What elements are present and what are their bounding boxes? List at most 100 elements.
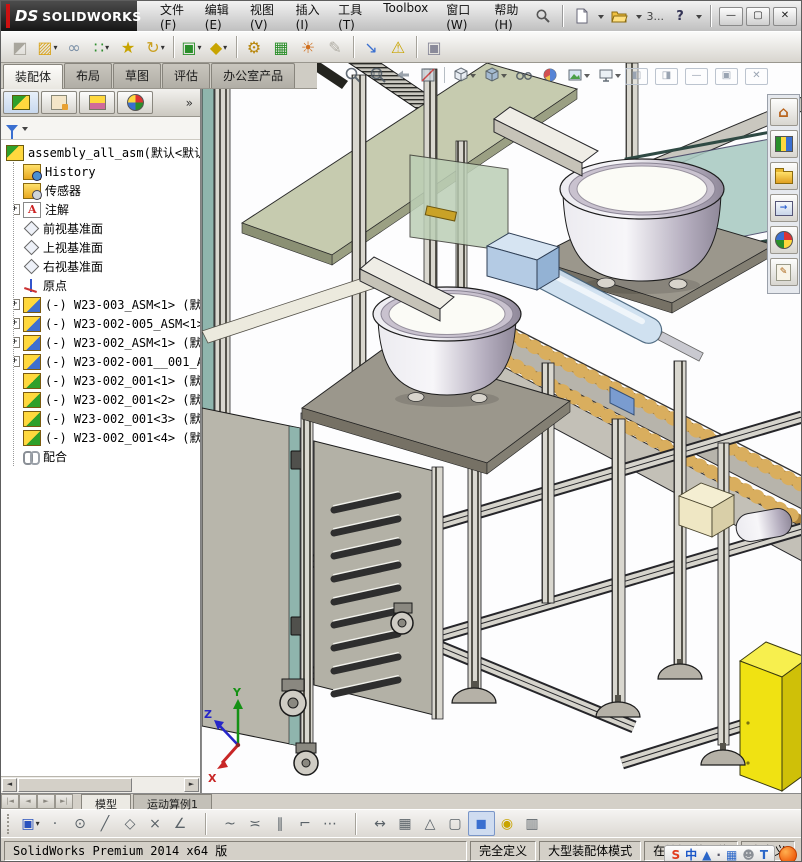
appearances-tab[interactable] bbox=[769, 226, 798, 254]
tab-layout[interactable]: 布局 bbox=[64, 63, 113, 88]
tray-notification-icon[interactable] bbox=[779, 846, 797, 861]
panel-expand-chevron[interactable]: » bbox=[181, 96, 198, 110]
tree-item[interactable]: (-) W23-002_001<2> (默认) bbox=[14, 390, 200, 409]
last-tab-button[interactable]: ►| bbox=[55, 794, 73, 809]
hide-show-items-icon[interactable] bbox=[514, 66, 534, 84]
tab-sketch[interactable]: 草图 bbox=[113, 63, 162, 88]
interference-button[interactable]: ⚠ bbox=[385, 34, 412, 60]
tree-item[interactable]: 配合 bbox=[14, 447, 200, 466]
spline-button[interactable]: ~ bbox=[218, 812, 243, 835]
toolbar-separator[interactable] bbox=[232, 34, 241, 60]
scroll-right-icon[interactable]: ► bbox=[184, 778, 199, 792]
tree-item[interactable]: + 注解 bbox=[14, 200, 200, 219]
expander-icon[interactable]: + bbox=[14, 356, 20, 367]
tree-item[interactable]: 右视基准面 bbox=[14, 257, 200, 276]
toolbar-separator[interactable] bbox=[169, 34, 178, 60]
tree-item[interactable]: 上视基准面 bbox=[14, 238, 200, 257]
child-close-button[interactable]: ✕ bbox=[745, 68, 768, 85]
bom-button[interactable]: ▦ bbox=[268, 34, 295, 60]
tree-item[interactable]: 传感器 bbox=[14, 181, 200, 200]
tab-model[interactable]: 模型 bbox=[81, 794, 131, 811]
assembly-features-button[interactable]: ▣ ▾ bbox=[178, 34, 205, 60]
circle-button[interactable]: ⊙ bbox=[68, 812, 93, 835]
prev-tab-button[interactable]: ◄ bbox=[19, 794, 37, 809]
shaded-view-button[interactable]: ◼ bbox=[468, 811, 495, 836]
table-button[interactable]: ▥ bbox=[520, 812, 545, 835]
ime-skin-icon[interactable]: T bbox=[760, 847, 768, 861]
tree-horizontal-scrollbar[interactable]: ◄ ► bbox=[1, 776, 200, 793]
input-method-toolbar[interactable]: S 中 ▲ · ▦ ☻ T bbox=[664, 845, 775, 861]
ime-keyboard-icon[interactable]: ▦ bbox=[726, 847, 737, 861]
tree-item[interactable]: 前视基准面 bbox=[14, 219, 200, 238]
tree-item[interactable]: (-) W23-002_001<3> (默认) bbox=[14, 409, 200, 428]
ime-mode-icon[interactable]: ▲ bbox=[702, 847, 711, 861]
ime-punct-icon[interactable]: · bbox=[716, 847, 721, 861]
design-library-tab[interactable] bbox=[769, 130, 798, 158]
trim-button[interactable]: × bbox=[143, 812, 168, 835]
propertymanager-tab[interactable] bbox=[41, 91, 77, 114]
tree-item[interactable]: + (-) W23-002-001__001_ASM< bbox=[14, 352, 200, 371]
new-file-icon[interactable] bbox=[571, 6, 593, 26]
expander-icon[interactable]: + bbox=[14, 318, 20, 329]
dimxpertmanager-tab[interactable] bbox=[117, 91, 153, 114]
reference-geometry-button[interactable]: ◆ ▾ bbox=[205, 34, 232, 60]
wireframe-button[interactable]: ▢ bbox=[443, 812, 468, 835]
ime-user-icon[interactable]: ☻ bbox=[742, 847, 755, 861]
line-button[interactable]: ╱ bbox=[93, 812, 118, 835]
configurationmanager-tab[interactable] bbox=[79, 91, 115, 114]
dimension-button[interactable]: ↔ bbox=[368, 812, 393, 835]
dropdown-icon[interactable] bbox=[597, 14, 604, 22]
linear-pattern-button[interactable]: ∷ ▾ bbox=[88, 34, 115, 60]
scroll-thumb[interactable] bbox=[18, 778, 132, 792]
tab-assembly[interactable]: 装配体 bbox=[3, 64, 64, 89]
quick-access-more[interactable]: 3... bbox=[647, 10, 665, 23]
dropdown-icon[interactable] bbox=[635, 14, 642, 22]
corner-button[interactable]: ⌐ bbox=[293, 812, 318, 835]
previous-view-icon[interactable] bbox=[394, 66, 412, 84]
scroll-left-icon[interactable]: ◄ bbox=[2, 778, 17, 792]
smart-fasteners-button[interactable]: ★ bbox=[115, 34, 142, 60]
search-icon[interactable] bbox=[532, 6, 554, 26]
tab-evaluate[interactable]: 评估 bbox=[162, 63, 211, 88]
custom-properties-tab[interactable]: ✎ bbox=[769, 258, 798, 286]
toolbar-separator[interactable] bbox=[193, 812, 218, 835]
next-tab-button[interactable]: ► bbox=[37, 794, 55, 809]
filter-icon[interactable] bbox=[6, 124, 18, 139]
viewport-canvas[interactable]: Y Z X ◧ ◨ — ▣ ✕ bbox=[201, 63, 801, 793]
view-orientation-icon[interactable] bbox=[452, 66, 476, 84]
view-settings-icon[interactable] bbox=[597, 66, 621, 84]
tree-item[interactable]: (-) W23-002_001<4> (默认) bbox=[14, 428, 200, 447]
parallel-button[interactable]: ∥ bbox=[268, 812, 293, 835]
toolbar-grip[interactable] bbox=[7, 813, 12, 834]
close-button[interactable]: ✕ bbox=[773, 6, 797, 26]
tree-item[interactable]: (-) W23-002_001<1> (默认) bbox=[14, 371, 200, 390]
maximize-button[interactable]: ▢ bbox=[746, 6, 770, 26]
apply-scene-icon[interactable] bbox=[566, 66, 590, 84]
toolbar-separator[interactable] bbox=[343, 812, 368, 835]
points-button[interactable]: ⋯ bbox=[318, 812, 343, 835]
tab-office-products[interactable]: 办公室产品 bbox=[211, 63, 296, 88]
section-view-icon[interactable] bbox=[419, 66, 437, 84]
child-minimize-button[interactable]: — bbox=[685, 68, 708, 85]
tree-item[interactable]: + (-) W23-002-005_ASM<1> (默 bbox=[14, 314, 200, 333]
view-palette-tab[interactable]: → bbox=[769, 194, 798, 222]
angle-button[interactable]: ∠ bbox=[168, 812, 193, 835]
child-restore-button[interactable]: ▣ bbox=[715, 68, 738, 85]
expander-icon[interactable]: + bbox=[14, 337, 20, 348]
edit-appearance-icon[interactable] bbox=[541, 66, 559, 84]
display-style-icon[interactable] bbox=[483, 66, 507, 84]
dropdown-icon[interactable] bbox=[22, 126, 28, 134]
motion-study-button[interactable]: ⚙ bbox=[241, 34, 268, 60]
move-component-button[interactable]: ↻ ▾ bbox=[142, 34, 169, 60]
tile-left-button[interactable]: ◧ bbox=[625, 68, 648, 85]
polygon-button[interactable]: ◇ bbox=[118, 812, 143, 835]
insert-component-button[interactable]: ◩ bbox=[7, 34, 34, 60]
save-button[interactable]: ▣ ▾ bbox=[18, 812, 43, 835]
grid-button[interactable]: ▦ bbox=[393, 812, 418, 835]
appearances-button[interactable]: ▣ bbox=[421, 34, 448, 60]
mate-button[interactable]: ∞ bbox=[61, 34, 88, 60]
instant3d-button[interactable]: ↘ bbox=[358, 34, 385, 60]
measure-button[interactable]: ◉ bbox=[495, 812, 520, 835]
zoom-to-area-icon[interactable] bbox=[369, 66, 387, 84]
help-icon[interactable]: ? bbox=[669, 6, 691, 26]
